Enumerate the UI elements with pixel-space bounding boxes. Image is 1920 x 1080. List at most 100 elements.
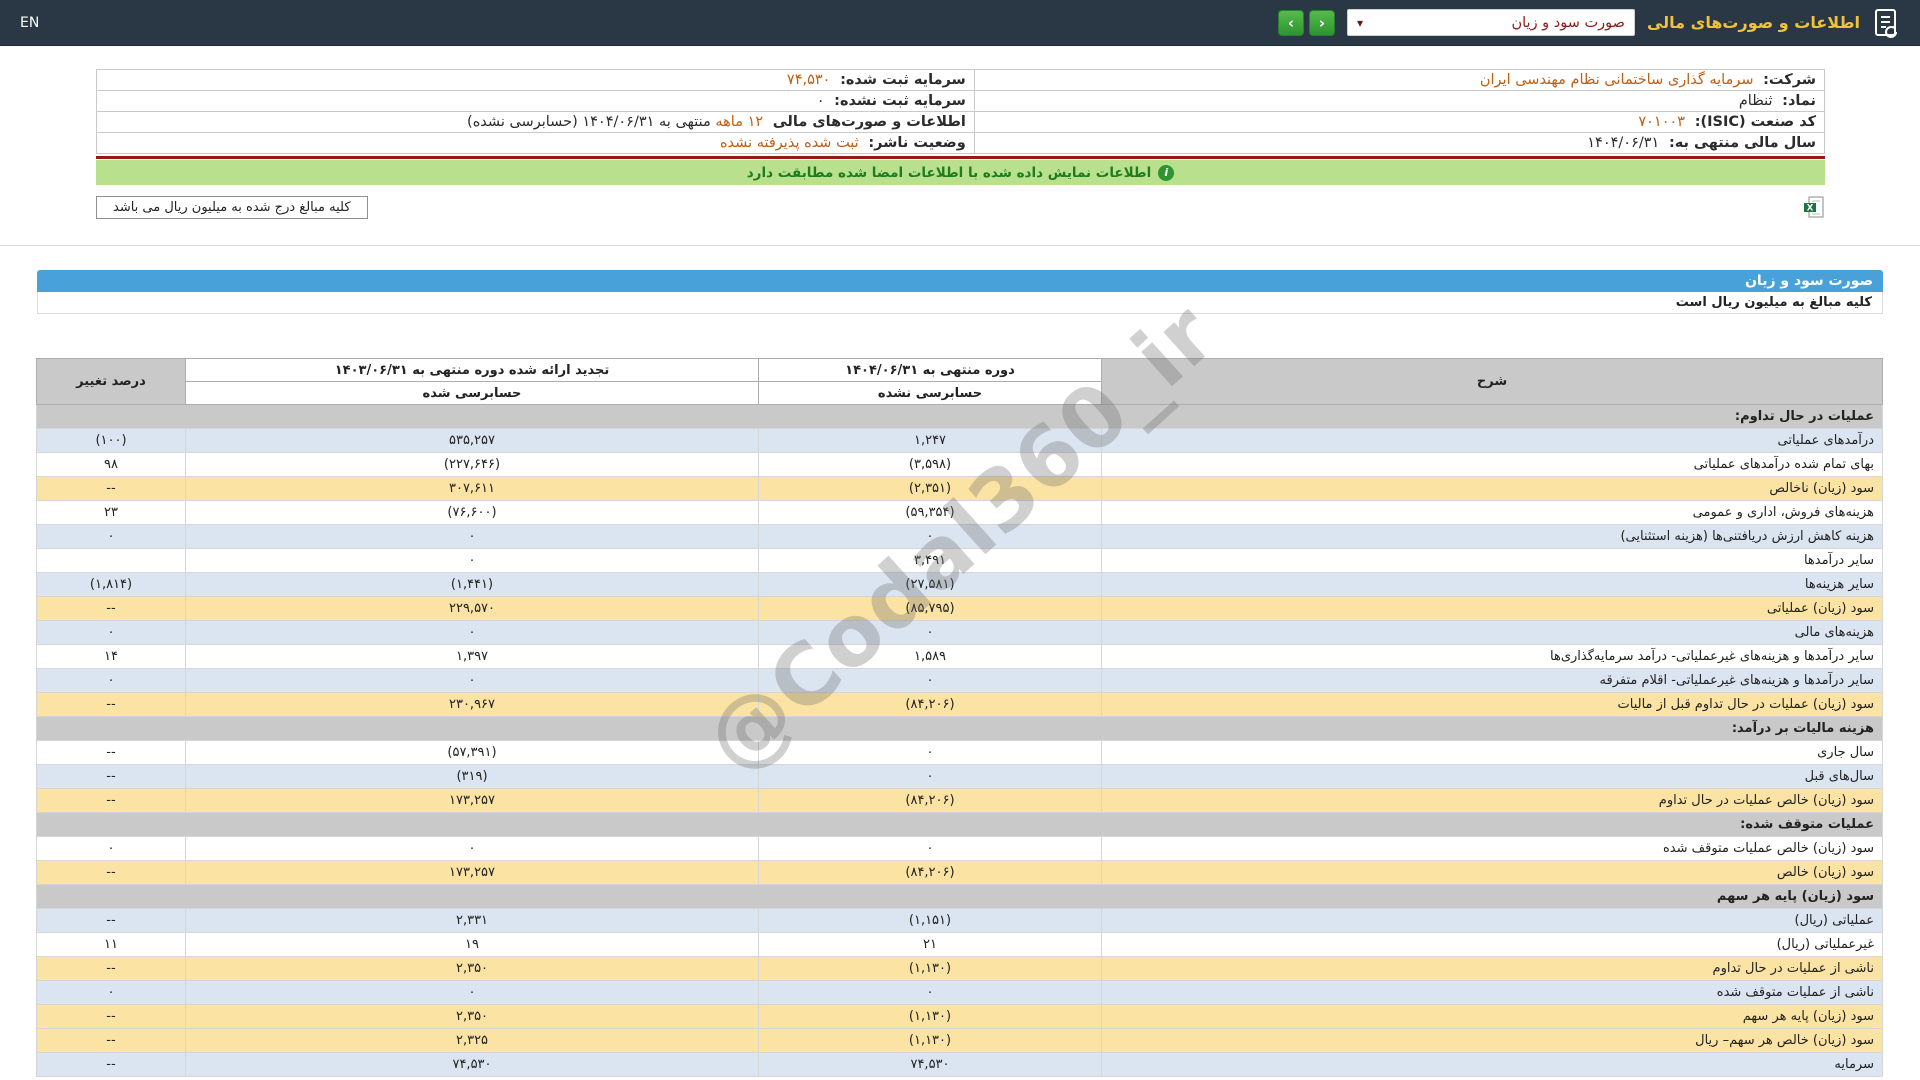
current-period-cell: ۳,۴۹۱	[758, 548, 1102, 573]
statement-row: سایر درآمدها و هزینه‌های غیرعملیاتی- اقل…	[36, 668, 1883, 693]
current-period-cell: (۱,۱۳۰)	[758, 956, 1102, 981]
fiscal-year-label: سال مالی منتهی به:	[1668, 135, 1816, 151]
row-label-cell: سود (زیان) خالص عملیات در حال تداوم	[1101, 788, 1883, 813]
prior-period-cell: ۰	[185, 836, 759, 861]
symbol-value: ثنظام	[1738, 93, 1773, 109]
statement-table-wrap: شرح دوره منتهی به ۱۴۰۴/۰۶/۳۱ تجدید ارائه…	[36, 285, 1883, 1077]
row-label-cell: غیرعملیاتی (ریال)	[1101, 932, 1883, 957]
signature-match-banner: i اطلاعات نمایش داده شده با اطلاعات امضا…	[96, 160, 1825, 185]
percent-change-cell: ۱۴	[36, 644, 186, 669]
statement-row: سود (زیان) خالص هر سهم– ریال (۱,۱۳۰) ۲,۳۲۵…	[36, 1028, 1883, 1053]
symbol-cell: نماد: ثنظام	[973, 90, 1826, 112]
excel-export-icon[interactable]: X	[1803, 196, 1825, 218]
prev-statement-button[interactable]: ‹	[1277, 9, 1304, 36]
row-label-cell: هزینه کاهش ارزش دریافتنی‌ها (هزینه استثن…	[1101, 524, 1883, 549]
report-type-select[interactable]: صورت سود و زیان ▾	[1346, 9, 1635, 36]
statement-row: عملیاتی (ریال) (۱,۱۵۱) ۲,۳۳۱ --	[36, 908, 1883, 933]
current-period-cell: ۷۴,۵۳۰	[758, 1052, 1102, 1077]
chevron-left-icon: ‹	[1287, 13, 1295, 32]
statement-row: غیرعملیاتی (ریال) ۲۱ ۱۹ ۱۱	[36, 932, 1883, 957]
top-bar: اطلاعات و صورت‌های مالی صورت سود و زیان …	[0, 0, 1920, 46]
topbar-right-group: اطلاعات و صورت‌های مالی صورت سود و زیان …	[1277, 7, 1900, 39]
statement-row: ناشی از عملیات متوقف شده ۰ ۰ ۰	[36, 980, 1883, 1005]
current-period-cell: (۱,۱۵۱)	[758, 908, 1102, 933]
prior-period-cell: ۲۲۹,۵۷۰	[185, 596, 759, 621]
signature-banner-text: اطلاعات نمایش داده شده با اطلاعات امضا ش…	[746, 164, 1152, 181]
statement-row: هزینه‌های مالی ۰ ۰ ۰	[36, 620, 1883, 645]
unregistered-capital-cell: سرمایه ثبت نشده: ۰	[96, 90, 975, 112]
publisher-status-cell: وضعیت ناشر: ثبت شده پذیرفته نشده	[96, 132, 975, 154]
current-period-cell: ۰	[758, 764, 1102, 789]
row-label-cell: سود (زیان) ناخالص	[1101, 476, 1883, 501]
row-label-cell: بهای تمام شده درآمدهای عملیاتی	[1101, 452, 1883, 477]
prior-period-cell: (۷۶,۶۰۰)	[185, 500, 759, 525]
statement-subtitle-bar: کلیه مبالغ به میلیون ریال است	[37, 292, 1883, 314]
isic-value: ۷۰۱۰۰۳	[1638, 114, 1686, 130]
current-period-cell: ۱,۵۸۹	[758, 644, 1102, 669]
company-name-value: سرمایه گذاری ساختمانی نظام مهندسی ایران	[1479, 72, 1754, 88]
period-prefix: اطلاعات و صورت‌های مالی	[772, 114, 966, 130]
percent-change-cell: ۰	[36, 836, 186, 861]
isic-label: کد صنعت (ISIC):	[1694, 114, 1816, 130]
percent-change-cell: ۰	[36, 980, 186, 1005]
prior-period-cell: ۱,۳۹۷	[185, 644, 759, 669]
percent-change-cell: ۹۸	[36, 452, 186, 477]
statement-title-bar: صورت سود و زیان	[37, 270, 1883, 292]
prior-period-cell: ۰	[185, 548, 759, 573]
current-period-cell: (۸۴,۲۰۶)	[758, 788, 1102, 813]
english-language-link[interactable]: EN	[20, 15, 39, 31]
section-label-cell: هزینه مالیات بر درآمد:	[36, 716, 1883, 741]
percent-change-cell: (۱,۸۱۴)	[36, 572, 186, 597]
statement-row: سود (زیان) پایه هر سهم (۱,۱۳۰) ۲,۳۵۰ --	[36, 1004, 1883, 1029]
col-header-prior-period: تجدید ارائه شده دوره منتهی به ۱۴۰۳/۰۶/۳۱	[185, 358, 759, 382]
prior-period-cell: ۳۰۷,۶۱۱	[185, 476, 759, 501]
statement-row: سود (زیان) خالص عملیات متوقف شده ۰ ۰ ۰	[36, 836, 1883, 861]
svg-text:X: X	[1807, 204, 1814, 214]
percent-change-cell: --	[36, 788, 186, 813]
current-period-cell: (۱,۱۳۰)	[758, 1004, 1102, 1029]
symbol-label: نماد:	[1782, 93, 1816, 109]
current-period-cell: (۱,۱۳۰)	[758, 1028, 1102, 1053]
page-title: اطلاعات و صورت‌های مالی	[1646, 13, 1860, 32]
prior-period-cell: ۲,۳۵۰	[185, 956, 759, 981]
percent-change-cell	[36, 548, 186, 573]
percent-change-cell: ۲۳	[36, 500, 186, 525]
statement-row: بهای تمام شده درآمدهای عملیاتی (۳,۵۹۸) (۲۲…	[36, 452, 1883, 477]
percent-change-cell: --	[36, 1004, 186, 1029]
row-label-cell: سال‌های قبل	[1101, 764, 1883, 789]
row-label-cell: سود (زیان) پایه هر سهم	[1101, 1004, 1883, 1029]
section-header-row: عملیات در حال تداوم:	[36, 404, 1883, 429]
current-period-cell: ۱,۲۴۷	[758, 428, 1102, 453]
current-period-cell: ۰	[758, 740, 1102, 765]
col-subheader-current-audit: حسابرسی نشده	[758, 381, 1102, 405]
fiscal-year-value: ۱۴۰۴/۰۶/۳۱	[1587, 135, 1660, 151]
col-header-current-period: دوره منتهی به ۱۴۰۴/۰۶/۳۱	[758, 358, 1102, 382]
period-suffix: (حسابرسی نشده)	[467, 114, 578, 130]
current-period-cell: ۰	[758, 524, 1102, 549]
percent-change-cell: --	[36, 764, 186, 789]
percent-change-cell: --	[36, 1052, 186, 1077]
table-header-row-1: شرح دوره منتهی به ۱۴۰۴/۰۶/۳۱ تجدید ارائه…	[36, 358, 1883, 405]
prior-period-cell: ۰	[185, 524, 759, 549]
prior-period-cell: ۱۹	[185, 932, 759, 957]
statement-section: صورت سود و زیان کلیه مبالغ به میلیون ریا…	[36, 270, 1883, 1077]
registered-capital-value: ۷۴,۵۳۰	[786, 72, 831, 88]
prior-period-cell: ۲,۳۳۱	[185, 908, 759, 933]
statement-row: سایر هزینه‌ها (۲۷,۵۸۱) (۱,۴۴۱) (۱,۸۱۴)	[36, 572, 1883, 597]
percent-change-cell: --	[36, 692, 186, 717]
info-row: شرکت: سرمایه گذاری ساختمانی نظام مهندسی …	[96, 69, 1826, 91]
info-row: کد صنعت (ISIC): ۷۰۱۰۰۳ اطلاعات و صورت‌ها…	[96, 111, 1826, 133]
statement-row: سود (زیان) خالص عملیات در حال تداوم (۸۴,۲…	[36, 788, 1883, 813]
row-label-cell: هزینه‌های فروش، اداری و عمومی	[1101, 500, 1883, 525]
company-name-cell: شرکت: سرمایه گذاری ساختمانی نظام مهندسی …	[973, 69, 1826, 91]
row-label-cell: سود (زیان) خالص	[1101, 860, 1883, 885]
row-label-cell: سرمایه	[1101, 1052, 1883, 1077]
prior-period-cell: (۵۷,۳۹۱)	[185, 740, 759, 765]
statement-row: هزینه‌های فروش، اداری و عمومی (۵۹,۳۵۴) (۷۶…	[36, 500, 1883, 525]
percent-change-cell: --	[36, 1028, 186, 1053]
percent-change-cell: --	[36, 740, 186, 765]
unregistered-capital-label: سرمایه ثبت نشده:	[834, 93, 966, 109]
next-statement-button[interactable]: ›	[1308, 9, 1335, 36]
statement-row: سود (زیان) عملیاتی (۸۵,۷۹۵) ۲۲۹,۵۷۰ --	[36, 596, 1883, 621]
period-info-cell: اطلاعات و صورت‌های مالی ۱۲ ماهه منتهی به…	[96, 111, 975, 133]
